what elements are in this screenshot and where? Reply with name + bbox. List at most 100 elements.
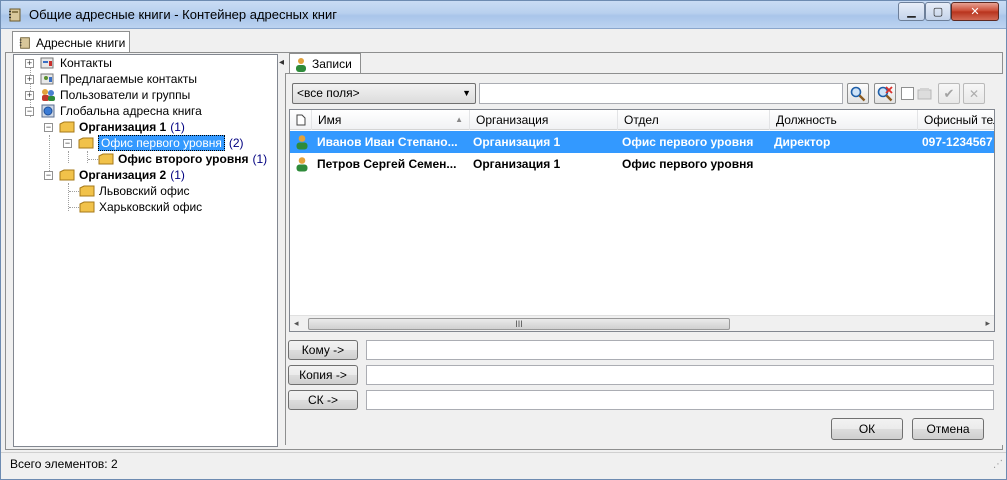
tree-item-kharkiv-office[interactable]: Харьковский офис (79, 199, 202, 215)
records-list[interactable]: Имя ▲ Организация Отдел Должность Офисны… (289, 109, 995, 332)
tree-item-users-groups[interactable]: Пользователи и группы (40, 87, 190, 103)
tree-item-label: Офис второго уровня (118, 152, 249, 166)
close-icon: ✕ (970, 6, 980, 18)
scroll-left-icon[interactable]: ◂ (294, 318, 299, 329)
table-row[interactable]: Иванов Иван Степано... Организация 1 Офи… (290, 131, 994, 153)
sort-ascending-icon: ▲ (455, 115, 463, 124)
column-header-name[interactable]: Имя ▲ (312, 110, 470, 130)
expand-toggle[interactable]: + (25, 59, 34, 68)
expand-toggle[interactable]: + (25, 75, 34, 84)
bcc-button[interactable]: СК -> (288, 390, 358, 410)
tab-records[interactable]: Записи (289, 53, 361, 74)
delete-icon: ✕ (968, 86, 980, 101)
maximize-button[interactable]: ▢ (925, 2, 951, 21)
cell-position (774, 153, 918, 175)
cancel-button[interactable]: Отмена (912, 418, 984, 440)
tree-item-lviv-office[interactable]: Львовский офис (79, 183, 190, 199)
horizontal-scrollbar[interactable]: ◂ III ▸ (290, 315, 994, 331)
card-icon (917, 87, 932, 99)
collapse-panel-icon[interactable]: ◂ (279, 57, 284, 68)
person-icon (296, 135, 308, 150)
search-input[interactable] (479, 83, 843, 104)
cell-name: Иванов Иван Степано... (317, 135, 458, 149)
tree-line (69, 207, 79, 208)
cell-department: Офис первого уровня (622, 157, 754, 171)
collapse-toggle[interactable]: − (25, 107, 34, 116)
scroll-right-icon[interactable]: ▸ (985, 318, 990, 329)
folder-book-icon (98, 153, 114, 165)
cell-name: Петров Сергей Семен... (317, 157, 457, 171)
tree-item-count: (1) (252, 152, 268, 166)
global-address-book-icon (41, 104, 55, 118)
status-bar: Всего элементов: 2 ⋰ (1, 452, 1006, 479)
status-text: Всего элементов: 2 (10, 457, 118, 471)
column-header-office-phone[interactable]: Офисный теле (918, 110, 994, 130)
tree-item-suggested-contacts[interactable]: Предлагаемые контакты (40, 71, 197, 87)
expand-toggle[interactable]: + (25, 91, 34, 100)
tree-item-office-level-1[interactable]: Офис первого уровня (2) (78, 135, 244, 151)
delete-button[interactable]: ✕ (963, 83, 985, 104)
minimize-button[interactable]: ▁ (898, 2, 925, 21)
tree-item-org-1[interactable]: Организация 1 (1) (59, 119, 185, 135)
column-label: Должность (776, 113, 837, 127)
cell-office-phone (922, 153, 994, 175)
tree-item-contacts[interactable]: Контакты (40, 55, 112, 71)
address-book-icon (19, 36, 30, 49)
tree-item-global-address-book[interactable]: Глобальна адресна книга (40, 103, 202, 119)
tree-item-label: Глобальна адресна книга (60, 104, 202, 118)
cc-field[interactable] (366, 365, 994, 385)
cell-department: Офис первого уровня (622, 135, 754, 149)
to-field[interactable] (366, 340, 994, 360)
window-title: Общие адресные книги - Контейнер адресны… (29, 7, 337, 22)
field-selector-dropdown[interactable]: <все поля> ▼ (292, 83, 476, 104)
address-book-icon (9, 8, 21, 22)
tree-line (69, 191, 79, 192)
column-header-position[interactable]: Должность (770, 110, 918, 130)
search-button[interactable] (847, 83, 869, 104)
folder-book-icon (59, 121, 75, 133)
tab-address-books[interactable]: Адресные книги (12, 31, 130, 53)
check-icon: ✔ (943, 85, 955, 101)
close-button[interactable]: ✕ (951, 2, 999, 21)
option-checkbox[interactable] (901, 87, 914, 100)
to-button[interactable]: Кому -> (288, 340, 358, 360)
table-row[interactable]: Петров Сергей Семен... Организация 1 Офи… (290, 153, 994, 175)
tree-line (68, 151, 69, 163)
document-icon (296, 114, 306, 126)
tree-item-label: Офис первого уровня (98, 135, 225, 151)
column-label: Офисный теле (924, 113, 994, 127)
search-icon (850, 86, 866, 101)
tab-label: Адресные книги (36, 35, 126, 50)
tree-item-office-level-2[interactable]: Офис второго уровня (1) (98, 151, 267, 167)
column-icon-header[interactable] (290, 110, 312, 130)
collapse-toggle[interactable]: − (63, 139, 72, 148)
collapse-toggle[interactable]: − (44, 171, 53, 180)
bcc-field[interactable] (366, 390, 994, 410)
card-button[interactable] (915, 83, 935, 104)
scrollbar-thumb[interactable]: III (308, 318, 730, 330)
scroll-grip-icon: III (515, 319, 523, 329)
tree-item-count: (1) (170, 168, 185, 182)
collapse-toggle[interactable]: − (44, 123, 53, 132)
tab-label: Записи (312, 57, 352, 71)
confirm-button[interactable]: ✔ (938, 83, 960, 104)
column-label: Организация (476, 113, 549, 127)
column-header-organization[interactable]: Организация (470, 110, 618, 130)
column-header-department[interactable]: Отдел (618, 110, 770, 130)
title-bar[interactable]: Общие адресные книги - Контейнер адресны… (1, 1, 1006, 29)
folder-book-icon (79, 185, 95, 197)
suggested-contacts-icon (40, 73, 54, 85)
resize-grip-icon[interactable]: ⋰ (993, 454, 1003, 476)
cc-button[interactable]: Копия -> (288, 365, 358, 385)
tree-item-label: Организация 2 (79, 168, 167, 182)
folder-book-icon (78, 137, 94, 149)
tree-item-org-2[interactable]: Организация 2 (1) (59, 167, 185, 183)
address-book-tree[interactable]: + Контакты + Предлагаемые контакты + Пол… (13, 54, 278, 447)
advanced-search-button[interactable] (874, 83, 896, 104)
users-group-icon (42, 89, 55, 101)
maximize-icon: ▢ (932, 6, 944, 18)
tree-item-label: Львовский офис (99, 184, 190, 198)
column-label: Отдел (624, 113, 659, 127)
tree-item-count: (2) (228, 136, 244, 150)
ok-button[interactable]: ОК (831, 418, 903, 440)
